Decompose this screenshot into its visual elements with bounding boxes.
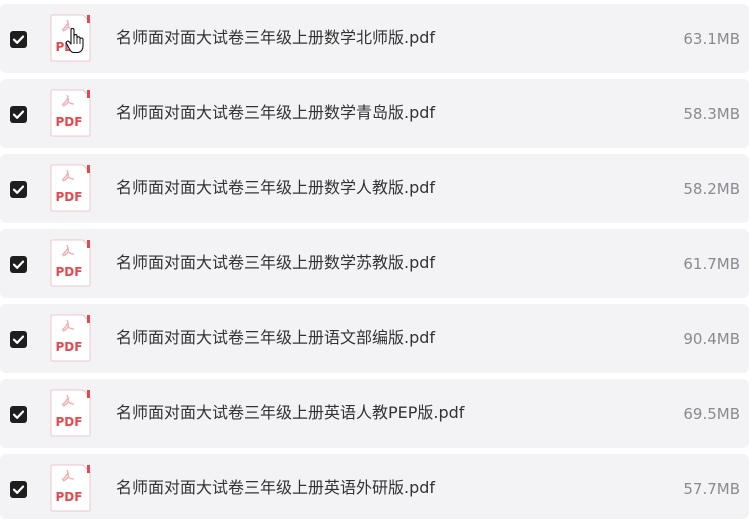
checkmark-icon — [12, 260, 25, 269]
pdf-icon-label: PDF — [55, 40, 83, 54]
file-name[interactable]: 名师面对面大试卷三年级上册数学苏教版.pdf — [116, 253, 435, 273]
checkmark-icon — [12, 110, 25, 119]
pdf-icon-label: PDF — [55, 190, 83, 204]
file-row[interactable]: PDF 名师面对面大试卷三年级上册语文部编版.pdf 90.4MB — [0, 304, 749, 373]
checkmark-icon — [12, 185, 25, 194]
checkmark-icon — [12, 410, 25, 419]
checkmark-icon — [12, 335, 25, 344]
file-size: 69.5MB — [683, 405, 740, 423]
file-row[interactable]: PDF 名师面对面大试卷三年级上册数学人教版.pdf 58.2MB — [0, 154, 749, 223]
pdf-file-icon: PDF — [50, 14, 91, 62]
pdf-icon-label: PDF — [55, 115, 83, 129]
pdf-file-icon: PDF — [50, 164, 91, 212]
file-size: 58.2MB — [683, 180, 740, 198]
file-size: 63.1MB — [683, 30, 740, 48]
pdf-file-icon: PDF — [50, 389, 91, 437]
file-row[interactable]: PDF 名师面对面大试卷三年级上册英语人教PEP版.pdf 69.5MB — [0, 379, 749, 448]
file-size: 58.3MB — [683, 105, 740, 123]
file-row[interactable]: PDF 名师面对面大试卷三年级上册英语外研版.pdf 57.7MB — [0, 454, 749, 519]
pdf-icon-label: PDF — [55, 415, 83, 429]
pdf-file-icon: PDF — [50, 239, 91, 287]
file-name[interactable]: 名师面对面大试卷三年级上册数学人教版.pdf — [116, 178, 435, 198]
file-name[interactable]: 名师面对面大试卷三年级上册数学青岛版.pdf — [116, 103, 435, 123]
checkmark-icon — [12, 485, 25, 494]
file-checkbox[interactable] — [10, 481, 27, 498]
pdf-file-icon: PDF — [50, 89, 91, 137]
file-size: 90.4MB — [683, 330, 740, 348]
pdf-icon-label: PDF — [55, 340, 83, 354]
file-size: 57.7MB — [683, 480, 740, 498]
file-row[interactable]: PDF 名师面对面大试卷三年级上册数学苏教版.pdf 61.7MB — [0, 229, 749, 298]
pdf-file-icon: PDF — [50, 314, 91, 362]
file-checkbox[interactable] — [10, 406, 27, 423]
file-size: 61.7MB — [683, 255, 740, 273]
pdf-file-icon: PDF — [50, 464, 91, 512]
file-checkbox[interactable] — [10, 31, 27, 48]
file-checkbox[interactable] — [10, 181, 27, 198]
checkmark-icon — [12, 35, 25, 44]
file-name[interactable]: 名师面对面大试卷三年级上册语文部编版.pdf — [116, 328, 435, 348]
file-row[interactable]: PDF 名师面对面大试卷三年级上册数学青岛版.pdf 58.3MB — [0, 79, 749, 148]
pdf-icon-label: PDF — [55, 490, 83, 504]
file-name[interactable]: 名师面对面大试卷三年级上册英语外研版.pdf — [116, 478, 435, 498]
file-name[interactable]: 名师面对面大试卷三年级上册数学北师版.pdf — [116, 28, 435, 48]
file-list: PDF 名师面对面大试卷三年级上册数学北师版.pdf 63.1MB PDF 名师… — [0, 0, 750, 519]
pdf-icon-label: PDF — [55, 265, 83, 279]
file-row[interactable]: PDF 名师面对面大试卷三年级上册数学北师版.pdf 63.1MB — [0, 4, 749, 73]
file-checkbox[interactable] — [10, 331, 27, 348]
file-checkbox[interactable] — [10, 106, 27, 123]
file-checkbox[interactable] — [10, 256, 27, 273]
file-name[interactable]: 名师面对面大试卷三年级上册英语人教PEP版.pdf — [116, 403, 464, 423]
